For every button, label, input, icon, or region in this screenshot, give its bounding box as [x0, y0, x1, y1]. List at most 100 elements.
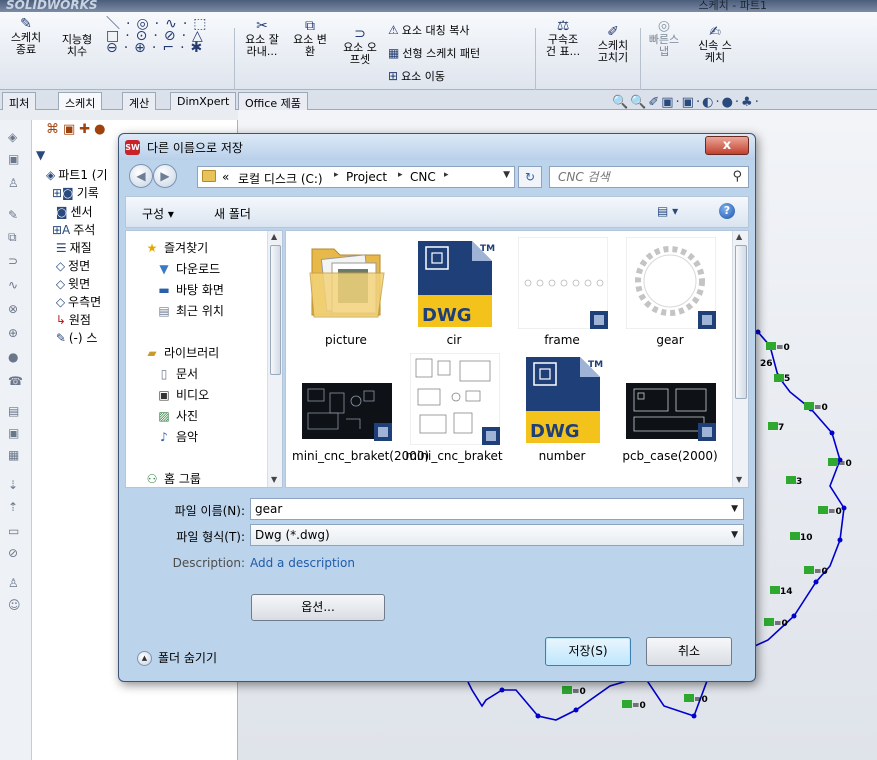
mirror-entities-button[interactable]: ⚠ 요소 대칭 복사 — [388, 22, 469, 38]
nav-homegroup[interactable]: ⚇ 홈 그룹 — [144, 470, 201, 487]
tool-icon[interactable]: ▣ — [8, 152, 24, 166]
filter-icon[interactable]: ▼ — [36, 148, 45, 162]
nav-scroll-thumb[interactable] — [270, 245, 281, 375]
tree-item-sensors[interactable]: ◙ 센서 — [52, 203, 93, 220]
nav-scrollbar[interactable]: ▲ ▼ — [267, 231, 282, 487]
convert-entities-button[interactable]: ⧉ 요소 변 환 — [288, 19, 332, 58]
nav-desktop[interactable]: ▬ 바탕 화면 — [156, 281, 224, 298]
offset-entities-button[interactable]: ⊃ 요소 오 프셋 — [338, 27, 382, 66]
tool-icon[interactable]: ∿ — [8, 278, 24, 292]
search-input[interactable] — [558, 170, 728, 184]
options-button[interactable]: 옵션... — [251, 594, 385, 621]
breadcrumb-chevron-icon[interactable]: ▸ — [334, 170, 339, 180]
tab-office-products[interactable]: Office 제품 — [238, 92, 308, 110]
tool-icon[interactable]: ♙ — [8, 176, 24, 190]
hide-folders-button[interactable]: ▲ 폴더 숨기기 — [137, 649, 217, 666]
file-item[interactable]: gear — [616, 237, 724, 353]
tool-icon[interactable]: ▣ — [8, 426, 24, 440]
filename-combobox[interactable]: ▼ — [250, 498, 744, 520]
breadcrumb-chevron-icon[interactable]: ▸ — [398, 170, 403, 180]
search-box[interactable]: ⚲ — [549, 166, 749, 188]
refresh-button[interactable]: ↻ — [518, 166, 542, 188]
tree-item-history[interactable]: ⊞◙ 기록 — [52, 184, 99, 201]
tab-sketch[interactable]: 스케치 — [58, 92, 103, 110]
part-icon[interactable]: ◈ — [8, 130, 24, 144]
sketch-entity-tools[interactable]: ＼·◎·∿·⬚ □·⊙·⊘·△ ⊖·⊕·⌐·✱ — [106, 17, 226, 55]
nav-pictures[interactable]: ▨ 사진 — [156, 407, 198, 424]
tool-icon[interactable]: ⊗ — [8, 302, 24, 316]
heads-up-view-toolbar[interactable]: 🔍🔍✐▣·▣·◐·●·♣· — [612, 95, 761, 110]
search-icon[interactable]: ⚲ — [732, 169, 742, 184]
file-item[interactable]: picture — [292, 237, 400, 353]
tree-item-material[interactable]: ☰ 재질 — [52, 239, 92, 256]
tool-icon[interactable]: ✎ — [8, 208, 24, 222]
filename-input[interactable] — [255, 502, 715, 516]
trim-entities-button[interactable]: ✂ 요소 잘 라내... — [240, 19, 284, 58]
tool-icon[interactable]: ⧉ — [8, 230, 24, 244]
change-view-button[interactable]: ▤ ▾ — [657, 204, 678, 218]
breadcrumb-project[interactable]: Project — [346, 170, 387, 184]
smart-dimension-button[interactable]: 지능형 치수 — [56, 34, 98, 58]
nav-favorites[interactable]: ★ 즐겨찾기 — [144, 239, 209, 256]
file-list-scrollbar[interactable]: ▲ ▼ — [732, 231, 748, 487]
forward-button[interactable]: ▶ — [153, 164, 177, 188]
tool-icon[interactable]: ● — [8, 350, 24, 364]
tool-icon[interactable]: ♙ — [8, 576, 24, 590]
move-entities-button[interactable]: ⊞ 요소 이동 — [388, 68, 445, 84]
tab-evaluate[interactable]: 계산 — [122, 92, 157, 110]
tool-icon[interactable]: ☺ — [8, 598, 24, 612]
file-item[interactable]: mini_cnc_braket(2000) — [292, 353, 429, 469]
tool-icon[interactable]: ⇡ — [8, 500, 24, 514]
rapid-sketch-button[interactable]: ✍ 신속 스 케치 — [693, 25, 737, 64]
chevron-down-icon[interactable]: ▼ — [731, 530, 738, 540]
back-button[interactable]: ◀ — [129, 164, 153, 188]
file-item[interactable]: mini_cnc_braket — [400, 353, 508, 469]
breadcrumb-chevron-icon[interactable]: ▸ — [444, 170, 449, 180]
save-button[interactable]: 저장(S) — [545, 637, 631, 666]
file-item[interactable]: frame — [508, 237, 616, 353]
tree-item-part[interactable]: ◈ 파트1 (기 — [46, 166, 108, 183]
display-relations-button[interactable]: ⚖ 구속조 건 표... — [541, 19, 585, 58]
nav-videos[interactable]: ▣ 비디오 — [156, 386, 209, 403]
scroll-up-icon[interactable]: ▲ — [271, 232, 277, 241]
file-item[interactable]: DWG TM number — [508, 353, 616, 469]
organize-button[interactable]: 구성 ▾ — [142, 205, 174, 222]
breadcrumb-cnc[interactable]: CNC — [410, 170, 436, 184]
tool-icon[interactable]: ▦ — [8, 448, 24, 462]
quick-snaps-button[interactable]: ◎ 빠른스 냅 — [642, 19, 686, 58]
address-bar[interactable]: « 로컬 디스크 (C:) ▸ Project ▸ CNC ▸ ▼ — [197, 166, 515, 188]
tree-item-front-plane[interactable]: ◇ 정면 — [52, 257, 90, 274]
tool-icon[interactable]: ⊃ — [8, 254, 24, 268]
add-description-link[interactable]: Add a description — [250, 556, 355, 570]
tool-icon[interactable]: ⇣ — [8, 478, 24, 492]
tree-item-origin[interactable]: ↳ 원점 — [52, 311, 91, 328]
tool-icon[interactable]: ▤ — [8, 404, 24, 418]
tree-item-right-plane[interactable]: ◇ 우측면 — [52, 293, 101, 310]
nav-downloads[interactable]: ▼ 다운로드 — [156, 260, 220, 277]
nav-recent-places[interactable]: ▤ 최근 위치 — [156, 302, 224, 319]
tool-icon[interactable]: ▭ — [8, 524, 24, 538]
file-scroll-thumb[interactable] — [735, 245, 747, 399]
cancel-button[interactable]: 취소 — [646, 637, 732, 666]
file-item[interactable]: pcb_case(2000) — [616, 353, 724, 469]
breadcrumb-local-disk[interactable]: 로컬 디스크 (C:) — [238, 170, 323, 187]
tree-item-top-plane[interactable]: ◇ 윗면 — [52, 275, 90, 292]
filetype-select[interactable]: Dwg (*.dwg) ▼ — [250, 524, 744, 546]
dialog-title-bar[interactable]: SW 다른 이름으로 저장 x — [119, 134, 755, 160]
nav-documents[interactable]: ▯ 문서 — [156, 365, 198, 382]
chevron-down-icon[interactable]: ▼ — [731, 504, 738, 514]
breadcrumb-overflow[interactable]: « — [222, 170, 229, 184]
tool-icon[interactable]: ⊘ — [8, 546, 24, 560]
exit-sketch-button[interactable]: ✎ 스케치 종료 — [6, 17, 46, 56]
new-folder-button[interactable]: 새 폴더 — [214, 205, 251, 222]
linear-pattern-button[interactable]: ▦ 선형 스케치 패턴 — [388, 45, 480, 61]
file-item[interactable]: DWG TM cir — [400, 237, 508, 353]
nav-libraries[interactable]: ▰ 라이브러리 — [144, 344, 219, 361]
scroll-down-icon[interactable]: ▼ — [271, 475, 277, 484]
tree-item-sketch[interactable]: ✎ (-) 스 — [52, 329, 98, 346]
close-button[interactable]: x — [705, 136, 749, 155]
scroll-down-icon[interactable]: ▼ — [736, 475, 742, 484]
tool-icon[interactable]: ⊕ — [8, 326, 24, 340]
tab-dimxpert[interactable]: DimXpert — [170, 92, 237, 110]
scroll-up-icon[interactable]: ▲ — [736, 232, 742, 241]
